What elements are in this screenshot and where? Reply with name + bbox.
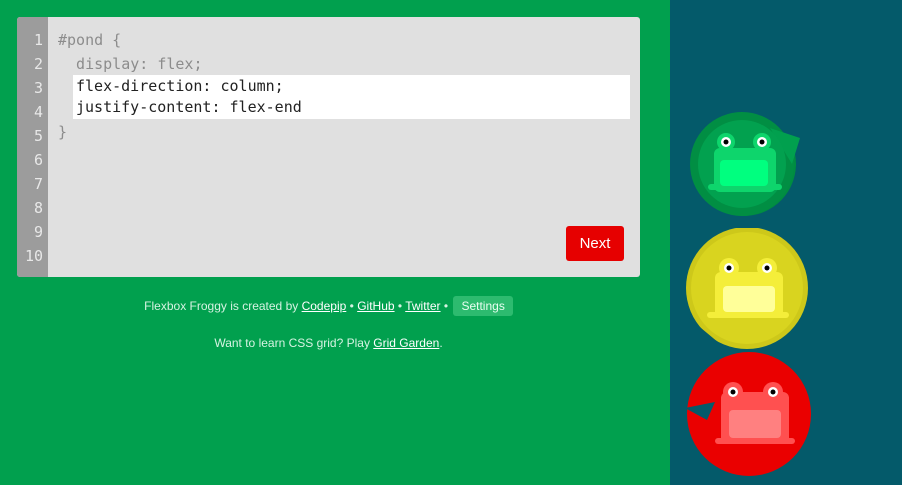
line-number: 5	[33, 127, 43, 145]
settings-button[interactable]: Settings	[453, 296, 513, 316]
line-number: 9	[33, 223, 43, 241]
line-number: 8	[33, 199, 43, 217]
code-line-selector: #pond {	[58, 31, 122, 49]
line-number: 7	[33, 175, 43, 193]
grid-garden-link[interactable]: Grid Garden	[373, 336, 439, 350]
github-link[interactable]: GitHub	[357, 299, 394, 313]
separator: •	[443, 299, 449, 313]
grid-garden-promo: Want to learn CSS grid? Play Grid Garden…	[17, 336, 640, 350]
green-frog	[690, 112, 800, 216]
line-number: 3	[33, 79, 43, 97]
separator: •	[349, 299, 354, 313]
css-input[interactable]	[73, 75, 630, 119]
separator: •	[397, 299, 403, 313]
line-number: 2	[33, 55, 43, 73]
line-numbers: 1 2 3 4 5 6 7 8 9 10	[17, 17, 48, 277]
code-line-display: display: flex;	[58, 55, 203, 73]
credits-line: Flexbox Froggy is created by Codepip • G…	[17, 296, 640, 316]
promo-suffix: .	[439, 336, 443, 350]
promo-text: Want to learn CSS grid? Play	[214, 336, 370, 350]
line-number: 10	[24, 247, 43, 265]
code-line-close-brace: }	[58, 123, 68, 141]
red-frog	[685, 352, 811, 476]
yellow-frog	[686, 228, 808, 350]
credits-text: Flexbox Froggy is created by	[144, 299, 299, 313]
next-button[interactable]: Next	[566, 226, 624, 261]
line-number: 6	[33, 151, 43, 169]
line-number: 4	[33, 103, 43, 121]
twitter-link[interactable]: Twitter	[405, 299, 440, 313]
line-number: 1	[33, 31, 43, 49]
codepip-link[interactable]: Codepip	[302, 299, 347, 313]
